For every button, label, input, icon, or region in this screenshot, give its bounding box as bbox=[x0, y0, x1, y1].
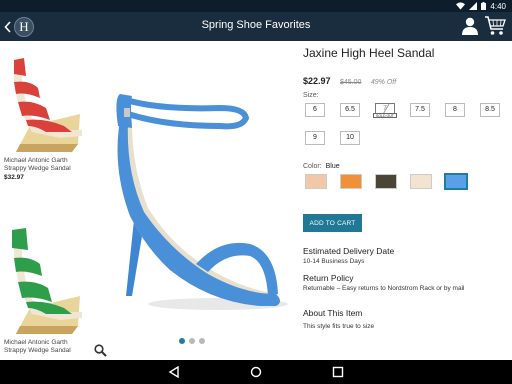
status-icons: 4:40 bbox=[456, 0, 506, 12]
product-hero-image[interactable] bbox=[100, 88, 300, 328]
size-option-9[interactable]: 9 bbox=[305, 131, 325, 145]
nav-recents-icon[interactable] bbox=[332, 366, 344, 378]
size-option-8[interactable]: 8 bbox=[445, 103, 465, 117]
page-title: Spring Shoe Favorites bbox=[201, 19, 311, 31]
thumbnail-name: Michael Antonic Garth Strappy Wedge Sand… bbox=[4, 157, 71, 172]
color-swatch-2[interactable] bbox=[340, 174, 362, 189]
return-policy-heading[interactable]: Return Policy bbox=[303, 273, 354, 283]
color-swatch-3[interactable] bbox=[375, 174, 397, 189]
thumbnail-product-1[interactable]: Michael Antonic Garth Strappy Wedge Sand… bbox=[0, 52, 90, 181]
thumbnail-price: $32.97 bbox=[4, 174, 24, 181]
color-swatch-5-selected[interactable] bbox=[445, 174, 467, 189]
pager-dot-1[interactable] bbox=[179, 338, 185, 344]
product-title: Jaxine High Heel Sandal bbox=[303, 46, 435, 60]
status-bar: 4:40 bbox=[0, 0, 512, 12]
account-icon[interactable] bbox=[462, 17, 478, 35]
thumbnail-product-2[interactable]: Michael Antonic Garth Strappy Wedge Sand… bbox=[0, 224, 90, 355]
sold-out-tag: SOLD OUT bbox=[373, 113, 397, 118]
sale-price: $22.97 bbox=[303, 76, 331, 86]
add-to-cart-button[interactable]: ADD TO CART bbox=[303, 214, 362, 232]
delivery-heading: Estimated Delivery Date bbox=[303, 246, 395, 256]
price-row: $22.97 $45.00 49% Off bbox=[303, 71, 396, 89]
return-policy-text: Returnable – Easy returns to Nordstrom R… bbox=[303, 285, 465, 292]
nav-home-icon[interactable] bbox=[250, 366, 262, 378]
color-label-row: Color: Blue bbox=[303, 163, 340, 170]
image-pager[interactable] bbox=[179, 338, 205, 344]
size-option-8-5[interactable]: 8.5 bbox=[480, 103, 500, 117]
wedge-sandal-green-image bbox=[12, 228, 83, 334]
nav-back-icon[interactable] bbox=[168, 366, 180, 378]
app-bar: H Spring Shoe Favorites bbox=[0, 12, 512, 41]
color-swatch-4[interactable] bbox=[410, 174, 432, 189]
delivery-text: 10-14 Business Days bbox=[303, 258, 365, 265]
size-option-7-sold-out: 7 SOLD OUT bbox=[373, 103, 397, 118]
size-label: Size: bbox=[303, 92, 319, 99]
clock: 4:40 bbox=[490, 1, 506, 11]
size-option-10[interactable]: 10 bbox=[340, 131, 360, 145]
color-swatch-1[interactable] bbox=[305, 174, 327, 189]
cart-icon[interactable] bbox=[484, 15, 506, 36]
signal-icon bbox=[469, 2, 478, 10]
wifi-icon bbox=[456, 2, 466, 10]
color-value: Blue bbox=[325, 163, 340, 170]
color-label: Color: bbox=[303, 163, 322, 170]
discount-label: 49% Off bbox=[370, 79, 397, 86]
size-option-6-5[interactable]: 6.5 bbox=[340, 103, 360, 117]
wedge-sandal-red-image bbox=[13, 58, 83, 152]
thumbnail-name: Michael Antonic Garth Strappy Wedge Sand… bbox=[4, 339, 71, 354]
original-price: $45.00 bbox=[339, 79, 362, 86]
system-nav-bar bbox=[0, 360, 512, 384]
size-option-7-5[interactable]: 7.5 bbox=[410, 103, 430, 117]
about-text: This style fits true to size bbox=[303, 323, 375, 330]
pager-dot-3[interactable] bbox=[199, 338, 205, 344]
product-detail-panel: Jaxine High Heel Sandal $22.97 $45.00 49… bbox=[303, 46, 508, 330]
size-option-6[interactable]: 6 bbox=[305, 103, 325, 117]
about-heading[interactable]: About This Item bbox=[303, 308, 362, 318]
battery-icon bbox=[481, 2, 487, 10]
search-icon[interactable] bbox=[94, 344, 107, 357]
pager-dot-2[interactable] bbox=[189, 338, 195, 344]
